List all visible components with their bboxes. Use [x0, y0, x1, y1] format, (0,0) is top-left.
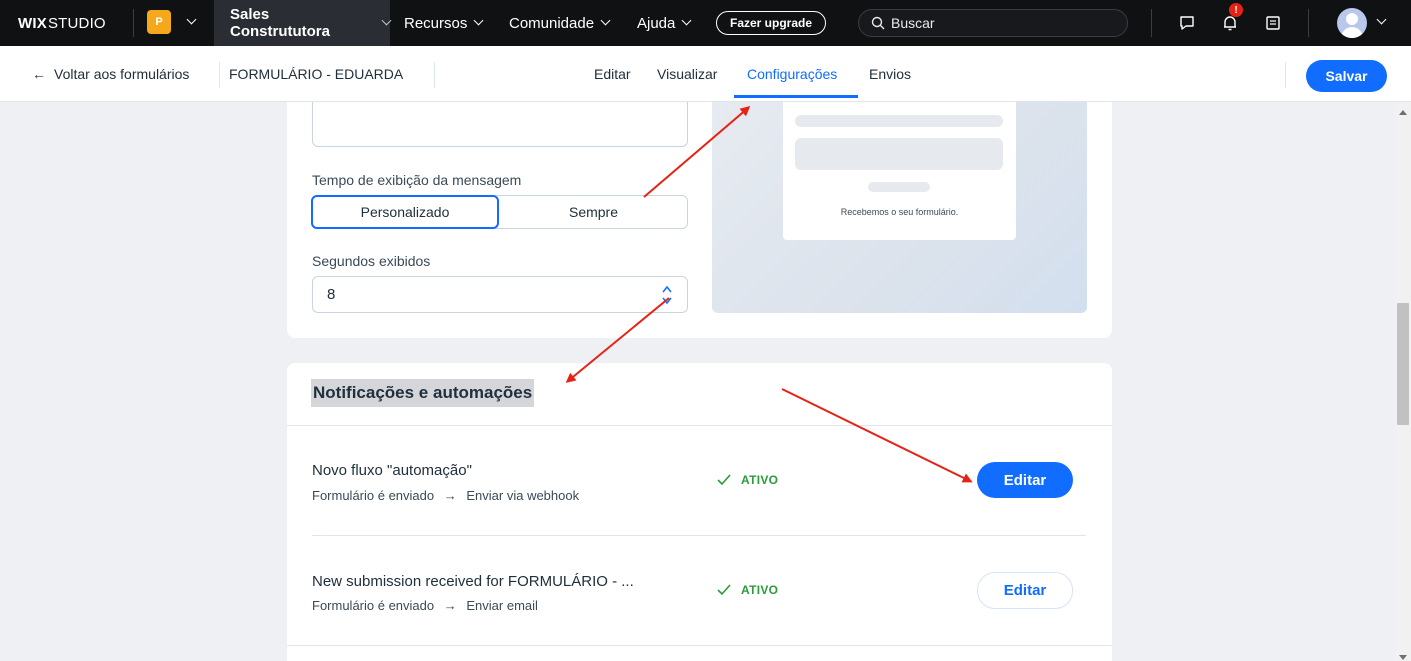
- logo-bold: WIX: [18, 14, 47, 32]
- preview-success-text: Recebemos o seu formulário.: [840, 207, 959, 217]
- divider: [287, 425, 1112, 426]
- arrow-right-icon: →: [443, 488, 457, 503]
- status-badge: ATIVO: [717, 473, 778, 487]
- message-textarea[interactable]: [312, 102, 688, 147]
- divider: [1151, 9, 1152, 37]
- automations-title: Notificações e automações: [311, 379, 535, 407]
- check-icon: [717, 584, 731, 596]
- scroll-up-icon[interactable]: [1399, 110, 1407, 115]
- arrow-left-icon: ←: [32, 66, 46, 82]
- check-icon: [717, 474, 731, 486]
- display-time-label: Tempo de exibição da mensagem: [312, 172, 522, 188]
- site-selector[interactable]: Sales Constrututora: [214, 0, 392, 46]
- form-name: FORMULÁRIO - EDUARDA: [229, 66, 404, 82]
- seconds-label: Segundos exibidos: [312, 253, 431, 269]
- notification-badge: !: [1229, 3, 1243, 17]
- tab-envios[interactable]: Envios: [869, 46, 911, 102]
- nav-label: Recursos: [404, 14, 468, 32]
- divider: [434, 62, 435, 88]
- workspace-avatar[interactable]: P: [147, 10, 171, 34]
- user-avatar[interactable]: [1337, 8, 1367, 38]
- edit-automation-button[interactable]: Editar: [977, 462, 1073, 498]
- search-icon: [871, 16, 885, 30]
- logo-rest: STUDIO: [47, 14, 106, 32]
- automation-description: Formulário é enviado → Enviar via webhoo…: [312, 488, 579, 503]
- divider: [133, 9, 134, 37]
- form-editor-header: ← Voltar aos formulários FORMULÁRIO - ED…: [0, 46, 1411, 102]
- nav-label: Comunidade: [509, 14, 595, 32]
- preview-placeholder-bar: [868, 182, 930, 192]
- chevron-down-icon: [473, 15, 484, 25]
- back-label: Voltar aos formulários: [54, 66, 190, 82]
- chevron-down-icon[interactable]: [186, 14, 197, 25]
- nav-ajuda[interactable]: Ajuda: [637, 0, 692, 46]
- automation-description: Formulário é enviado → Enviar email: [312, 598, 538, 613]
- upgrade-button[interactable]: Fazer upgrade: [716, 11, 826, 35]
- site-name: Sales Constrututora: [230, 6, 330, 40]
- tab-visualizar[interactable]: Visualizar: [657, 46, 717, 102]
- stepper-icon[interactable]: [661, 284, 673, 306]
- chat-icon[interactable]: [1176, 12, 1198, 34]
- search-placeholder: Buscar: [891, 15, 935, 31]
- nav-label: Ajuda: [637, 14, 676, 32]
- active-tab-indicator: [734, 95, 858, 98]
- status-label: ATIVO: [741, 473, 779, 487]
- automation-action: Enviar via webhook: [466, 488, 580, 503]
- divider: [287, 645, 1112, 646]
- scroll-down-icon[interactable]: [1399, 655, 1407, 660]
- preview-placeholder-bar: [795, 115, 1003, 127]
- seconds-input[interactable]: 8: [312, 276, 688, 313]
- chevron-down-icon[interactable]: [1376, 14, 1387, 25]
- chevron-down-icon: [600, 15, 611, 25]
- automation-trigger: Formulário é enviado: [312, 598, 435, 613]
- chevron-down-icon: [681, 15, 692, 25]
- nav-comunidade[interactable]: Comunidade: [509, 0, 611, 46]
- status-badge: ATIVO: [717, 583, 778, 597]
- divider: [1285, 62, 1286, 88]
- tab-editar[interactable]: Editar: [594, 46, 631, 102]
- option-personalizado[interactable]: Personalizado: [311, 195, 499, 229]
- status-label: ATIVO: [741, 583, 779, 597]
- option-sempre[interactable]: Sempre: [499, 195, 688, 229]
- save-button[interactable]: Salvar: [1306, 60, 1387, 92]
- automations-card: [287, 363, 1112, 661]
- divider: [1308, 9, 1309, 37]
- wix-studio-logo[interactable]: WIX STUDIO: [18, 0, 106, 46]
- nav-recursos[interactable]: Recursos: [404, 0, 484, 46]
- arrow-right-icon: →: [443, 598, 457, 613]
- divider: [219, 62, 220, 88]
- preview-placeholder-field: [795, 138, 1003, 170]
- automation-title: New submission received for FORMULÁRIO -…: [312, 573, 634, 590]
- scrollbar-thumb[interactable]: [1397, 303, 1409, 425]
- automation-action: Enviar email: [466, 598, 538, 613]
- dashboard-icon[interactable]: [1262, 12, 1284, 34]
- search-input[interactable]: Buscar: [858, 9, 1128, 37]
- automation-trigger: Formulário é enviado: [312, 488, 435, 503]
- back-to-forms-link[interactable]: ← Voltar aos formulários: [32, 46, 189, 102]
- tab-configuracoes[interactable]: Configurações: [747, 46, 837, 102]
- divider: [312, 535, 1086, 536]
- edit-automation-button[interactable]: Editar: [977, 572, 1073, 609]
- chevron-down-icon: [381, 15, 392, 25]
- top-bar: WIX STUDIO P Sales Constrututora Recursos…: [0, 0, 1411, 46]
- automation-title: Novo fluxo "automação": [312, 462, 472, 479]
